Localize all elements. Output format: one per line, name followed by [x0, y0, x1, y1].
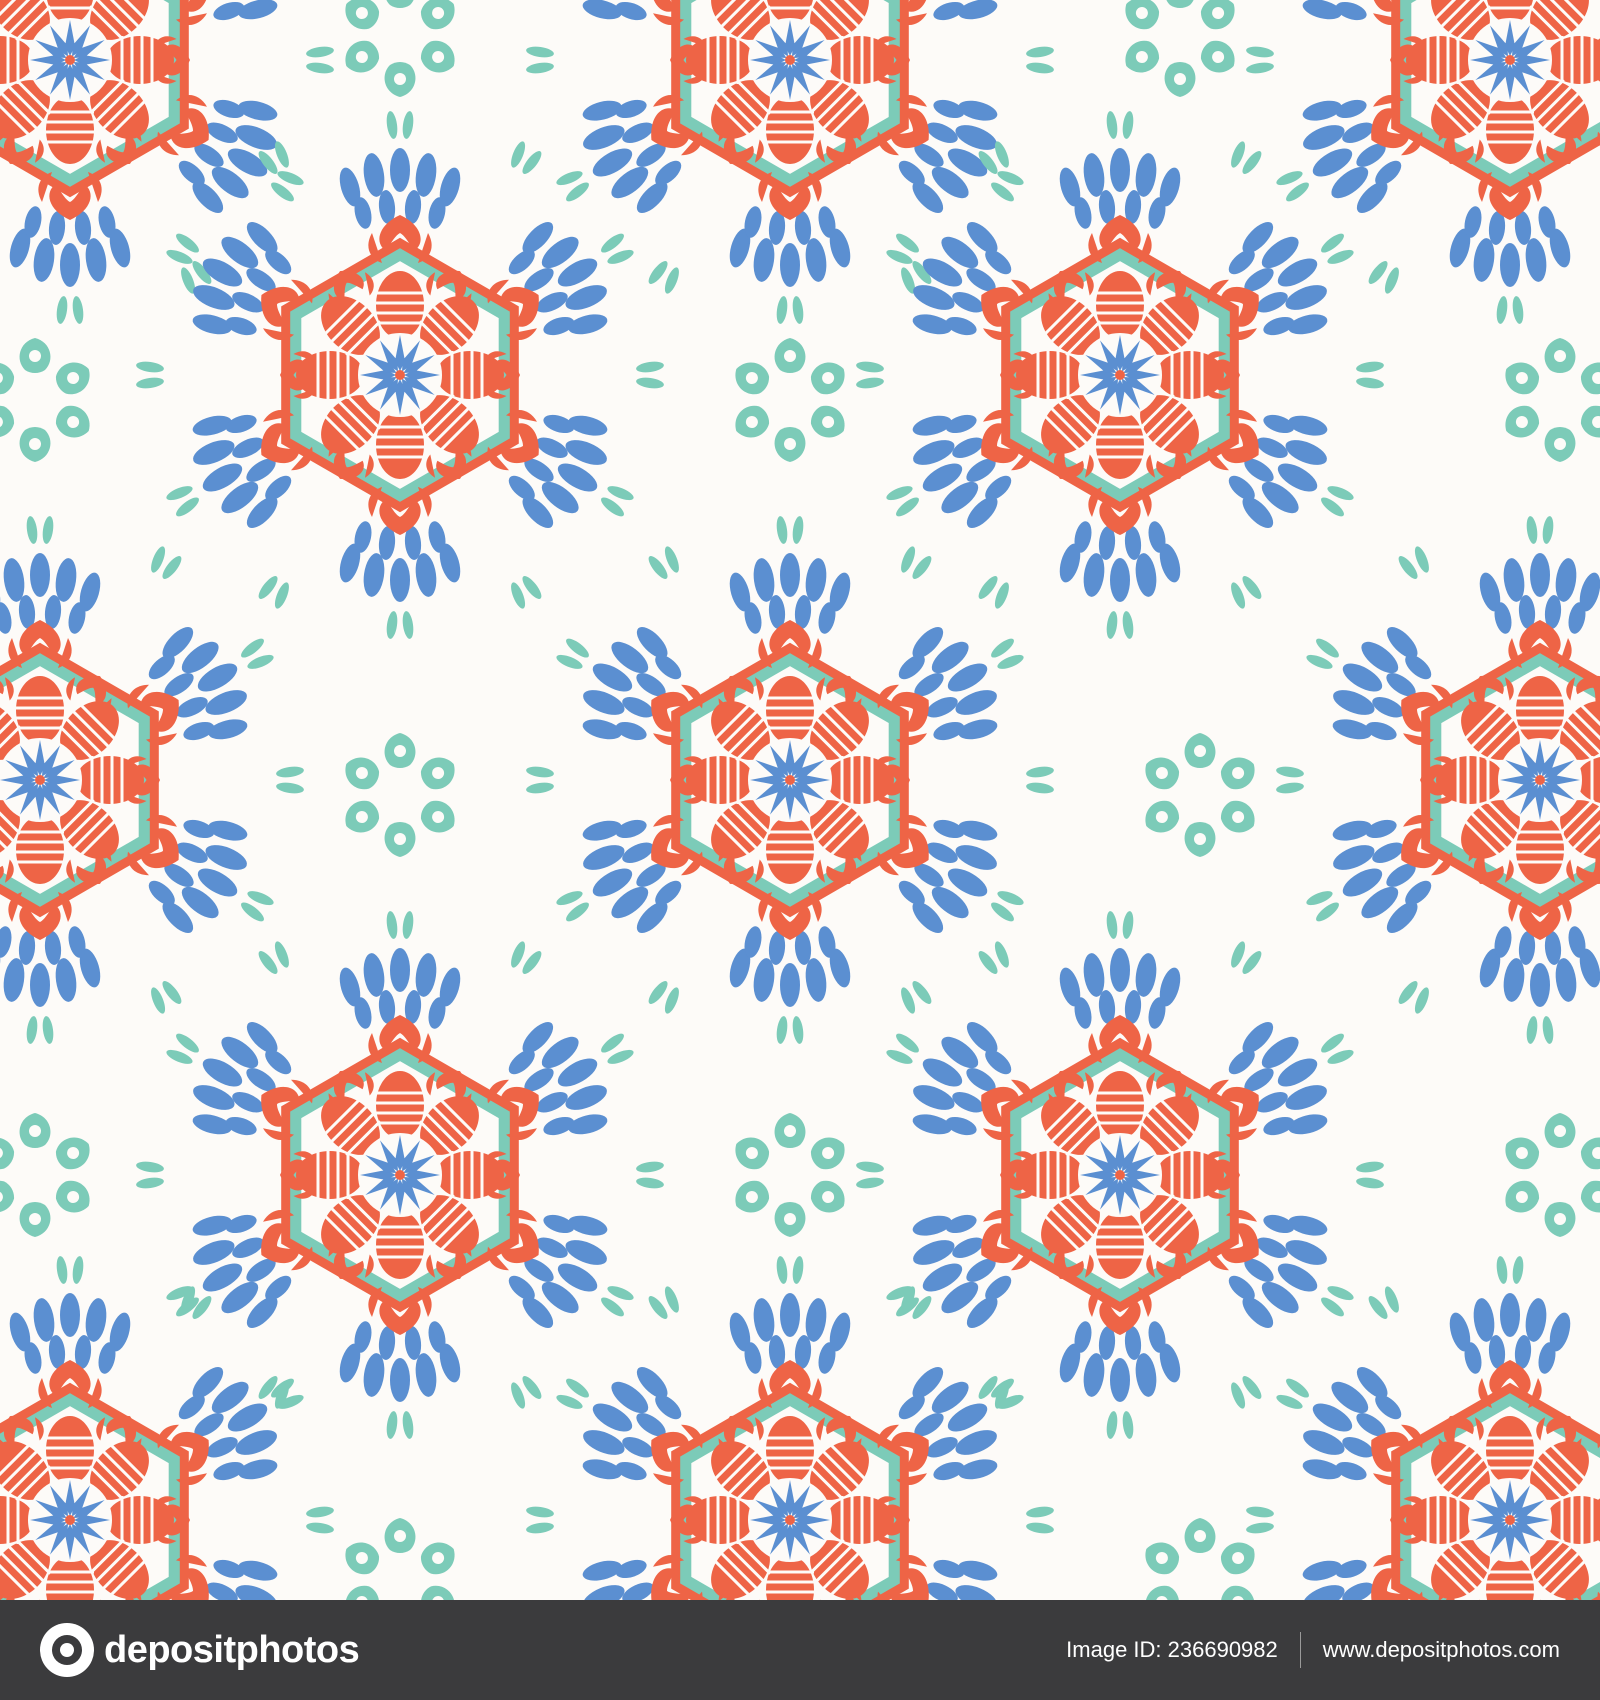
watermark-footer: depositphotos Image ID: 236690982 www.de… — [0, 1600, 1600, 1700]
mandala-pattern — [0, 0, 1600, 1600]
footer-divider — [1299, 1632, 1301, 1668]
pattern-image — [0, 0, 1600, 1600]
image-id-label: Image ID: 236690982 — [1066, 1637, 1278, 1662]
logo-text: depositphotos — [104, 1628, 360, 1671]
mandala-tiles — [0, 0, 1600, 1600]
depositphotos-logo[interactable]: depositphotos — [40, 1623, 360, 1677]
camera-lens-icon — [40, 1623, 94, 1677]
site-url-link[interactable]: www.depositphotos.com — [1323, 1637, 1560, 1663]
